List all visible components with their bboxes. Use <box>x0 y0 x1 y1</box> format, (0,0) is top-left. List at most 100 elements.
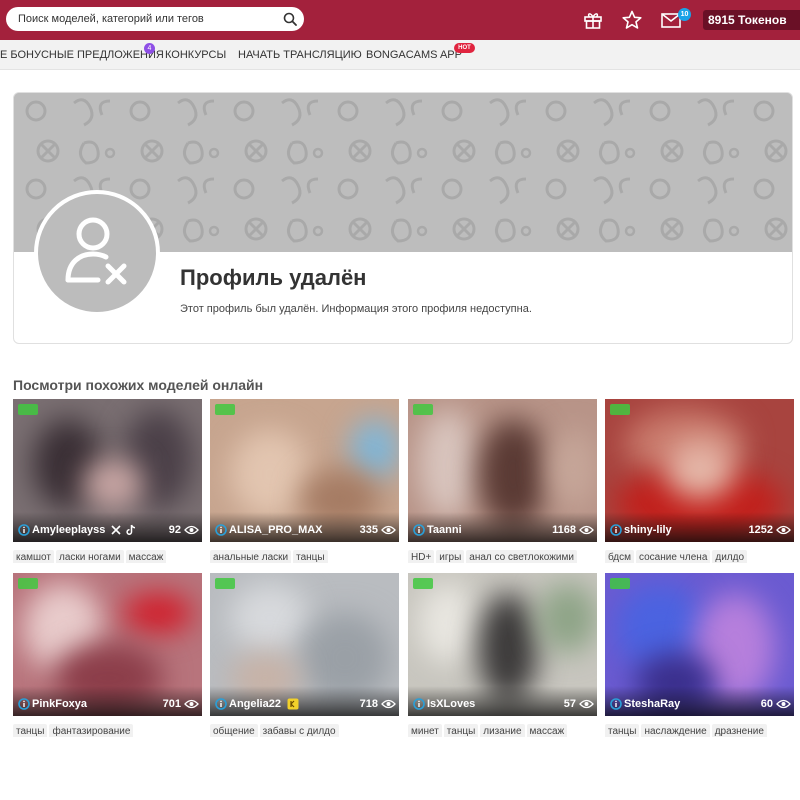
model-tags: HD+ игры анал со светлокожими <box>408 547 608 563</box>
viewer-count: 1252 <box>748 524 773 536</box>
live-indicator <box>215 578 235 589</box>
tokens-balance[interactable]: 8915 Токенов <box>703 10 800 30</box>
model-tags: танцы наслаждение дразнение <box>605 721 800 737</box>
model-tags: танцы фантазирование <box>13 721 213 737</box>
tag[interactable]: бдсм <box>605 550 634 563</box>
model-name[interactable]: Taanni <box>427 524 462 536</box>
search-input[interactable] <box>18 7 273 31</box>
eye-icon <box>381 525 396 535</box>
model-thumbnail[interactable]: PinkFoxya 701 <box>13 573 202 716</box>
info-icon[interactable] <box>413 524 425 536</box>
hot-badge: HOT <box>454 43 475 53</box>
nav-item-start-broadcast[interactable]: НАЧАТЬ ТРАНСЛЯЦИЮ <box>238 49 362 61</box>
model-name[interactable]: PinkFoxya <box>32 698 87 710</box>
model-thumbnail[interactable]: Angelia22 718 <box>210 573 399 716</box>
model-thumbnail[interactable]: IsXLoves 57 <box>408 573 597 716</box>
eye-icon <box>381 699 396 709</box>
profile-description: Этот профиль был удалён. Информация этог… <box>180 303 532 315</box>
info-icon[interactable] <box>610 524 622 536</box>
model-name[interactable]: Amyleeplayss <box>32 524 105 536</box>
deleted-avatar <box>34 190 160 316</box>
profile-title: Профиль удалён <box>180 265 367 290</box>
tag[interactable]: анал со светлокожими <box>466 550 577 563</box>
search-bar[interactable] <box>6 7 304 31</box>
tag[interactable]: общение <box>210 724 258 737</box>
viewer-count: 92 <box>168 524 181 536</box>
gift-icon[interactable] <box>582 9 604 31</box>
tag[interactable]: HD+ <box>408 550 435 563</box>
x-icon <box>111 525 121 535</box>
eye-icon <box>776 699 791 709</box>
main-nav: Е БОНУСНЫЕ ПРЕДЛОЖЕНИЯ 4 КОНКУРСЫ НАЧАТЬ… <box>0 40 800 70</box>
tag[interactable]: сосание члена <box>636 550 711 563</box>
model-tags: минет танцы лизание массаж <box>408 721 608 737</box>
model-thumbnail[interactable]: ALISA_PRO_MAX 335 <box>210 399 399 542</box>
viewer-count: 57 <box>563 698 576 710</box>
live-indicator <box>413 404 433 415</box>
info-icon[interactable] <box>610 698 622 710</box>
nav-item-app[interactable]: BONGACAMS APP <box>366 49 462 61</box>
mail-count-badge: 10 <box>678 8 691 21</box>
live-indicator <box>18 578 38 589</box>
tag[interactable]: камшот <box>13 550 54 563</box>
search-icon[interactable] <box>283 12 297 26</box>
tag[interactable]: танцы <box>13 724 48 737</box>
model-tags: бдсм сосание члена дилдо <box>605 547 800 563</box>
model-thumbnail[interactable]: SteshaRay 60 <box>605 573 794 716</box>
tag[interactable]: танцы <box>443 724 479 737</box>
deleted-user-icon <box>65 217 127 285</box>
tag[interactable]: минет <box>408 724 442 737</box>
eye-icon <box>579 525 594 535</box>
tag[interactable]: фантазирование <box>49 724 134 737</box>
model-thumbnail[interactable]: Taanni 1168 <box>408 399 597 542</box>
tiktok-icon <box>126 524 136 535</box>
live-indicator <box>610 404 630 415</box>
model-name[interactable]: SteshaRay <box>624 698 680 710</box>
similar-models-title: Посмотри похожих моделей онлайн <box>13 377 264 393</box>
model-name[interactable]: IsXLoves <box>427 698 475 710</box>
tag[interactable]: дразнение <box>711 724 767 737</box>
info-icon[interactable] <box>18 698 30 710</box>
nav-item-bonus-offers[interactable]: Е БОНУСНЫЕ ПРЕДЛОЖЕНИЯ <box>0 49 164 61</box>
model-name[interactable]: shiny-lily <box>624 524 672 536</box>
deleted-profile-card: Профиль удалён Этот профиль был удалён. … <box>13 92 793 344</box>
model-thumbnail[interactable]: Amyleeplayss 92 <box>13 399 202 542</box>
star-icon[interactable] <box>621 9 643 31</box>
info-icon[interactable] <box>215 698 227 710</box>
viewer-count: 60 <box>760 698 773 710</box>
eye-icon <box>579 699 594 709</box>
tag[interactable]: танцы <box>605 724 640 737</box>
viewer-count: 1168 <box>552 524 576 536</box>
model-tags: общение забавы с дилдо <box>210 721 410 737</box>
gold-badge-icon <box>287 698 299 710</box>
viewer-count: 335 <box>359 524 378 536</box>
info-icon[interactable] <box>18 524 30 536</box>
tag[interactable]: забавы с дилдо <box>259 724 339 737</box>
tag[interactable]: массаж <box>125 550 167 563</box>
eye-icon <box>184 699 199 709</box>
viewer-count: 718 <box>359 698 378 710</box>
model-thumbnail[interactable]: shiny-lily 1252 <box>605 399 794 542</box>
live-indicator <box>215 404 235 415</box>
bonus-count-badge: 4 <box>144 43 155 54</box>
tag[interactable]: лизание <box>480 724 525 737</box>
model-tags: камшот ласки ногами массаж <box>13 547 213 563</box>
nav-item-contests[interactable]: КОНКУРСЫ <box>165 49 226 61</box>
tag[interactable]: анальные ласки <box>210 550 292 563</box>
top-header: 10 8915 Токенов <box>0 0 800 40</box>
model-name[interactable]: Angelia22 <box>229 698 281 710</box>
live-indicator <box>413 578 433 589</box>
tag[interactable]: массаж <box>526 724 568 737</box>
tag[interactable]: наслаждение <box>641 724 710 737</box>
eye-icon <box>184 525 199 535</box>
model-name[interactable]: ALISA_PRO_MAX <box>229 524 323 536</box>
tag[interactable]: игры <box>436 550 465 563</box>
tag[interactable]: ласки ногами <box>55 550 124 563</box>
info-icon[interactable] <box>413 698 425 710</box>
model-tags: анальные ласки танцы <box>210 547 410 563</box>
live-indicator <box>610 578 630 589</box>
tag[interactable]: танцы <box>293 550 328 563</box>
tag[interactable]: дилдо <box>712 550 748 563</box>
viewer-count: 701 <box>162 698 181 710</box>
info-icon[interactable] <box>215 524 227 536</box>
